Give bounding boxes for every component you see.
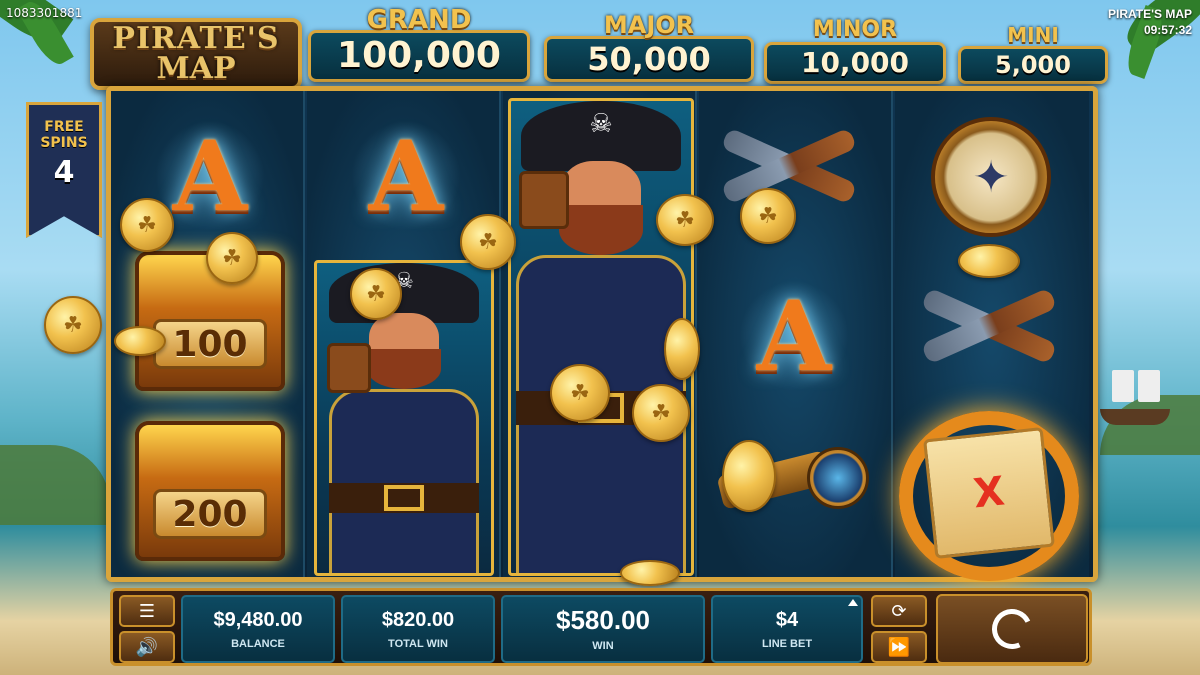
turbo-icon: ⏩ [887, 636, 911, 658]
chest-value: 100 [153, 319, 267, 369]
jackpot-label: MINOR [812, 17, 898, 42]
balance-label: BALANCE [231, 638, 285, 650]
treasure-chest: 200 [135, 421, 285, 561]
reel-4: A [699, 91, 893, 577]
jackpot-value: 10,000 [764, 42, 946, 84]
coin-icon [958, 244, 1020, 278]
jackpot-grand: GRAND 100,000 [308, 6, 530, 82]
balance-value: $9,480.00 [213, 609, 303, 631]
win-value: $580.00 [556, 605, 650, 635]
jackpot-value: 50,000 [544, 36, 754, 82]
jackpot-major: MAJOR 50,000 [544, 12, 754, 82]
reel-5: ✦ X [895, 91, 1089, 581]
menu-icon: ☰ [138, 600, 156, 622]
skull-icon: ☠ [589, 109, 613, 139]
coin-icon [114, 326, 166, 356]
line-bet-panel[interactable]: $4 LINE BET [711, 595, 863, 663]
control-bar: ☰ 🔊 $9,480.00 BALANCE $820.00 TOTAL WIN … [110, 588, 1092, 666]
jackpot-mini: MINI 5,000 [958, 24, 1108, 84]
win-label: WIN [592, 640, 614, 652]
menu-button[interactable]: ☰ [119, 595, 175, 627]
coin-icon: ☘ [120, 198, 174, 252]
spin-icon [986, 603, 1038, 655]
line-bet-value: $4 [775, 609, 799, 631]
coin-icon: ☘ [740, 188, 796, 244]
tankard-icon [519, 171, 569, 229]
coin-icon: ☘ [350, 268, 402, 320]
win-panel: $580.00 WIN [501, 595, 705, 663]
total-win-value: $820.00 [381, 609, 455, 631]
jackpot-value: 100,000 [308, 30, 530, 82]
coin-icon: ☘ [44, 296, 102, 354]
jackpot-value: 5,000 [958, 46, 1108, 84]
logo-line-1: PIRATE'S [112, 21, 280, 56]
session-id: 1083301881 [6, 6, 83, 20]
line-bet-label: LINE BET [761, 638, 813, 650]
autoplay-button[interactable]: ⟳ [871, 595, 927, 627]
free-spins-label: FREE SPINS [40, 119, 88, 151]
coin-icon [722, 440, 776, 512]
pistols-symbol [919, 281, 1069, 371]
total-win-panel: $820.00 TOTAL WIN [341, 595, 495, 663]
game-name: PIRATE'S MAP [1108, 7, 1192, 21]
ship-icon [1100, 370, 1170, 425]
tankard-icon [327, 343, 371, 393]
island-left [0, 445, 110, 525]
coin-icon: ☘ [550, 364, 610, 422]
game-logo: PIRATE'S MAP [90, 18, 302, 90]
coin-icon [620, 560, 680, 586]
jackpot-label: MINI [1007, 23, 1059, 47]
balance-panel: $9,480.00 BALANCE [181, 595, 335, 663]
coin-icon: ☘ [206, 232, 258, 284]
coin-icon: ☘ [656, 194, 714, 246]
game-info: PIRATE'S MAP 09:57:32 [1108, 6, 1192, 38]
coin-icon [664, 318, 700, 380]
symbol-a: A [739, 280, 849, 393]
sound-button[interactable]: 🔊 [119, 631, 175, 663]
pistols-symbol [719, 121, 869, 211]
clock: 09:57:32 [1143, 23, 1192, 37]
free-spins-count: 4 [53, 155, 75, 190]
jackpot-minor: MINOR 10,000 [764, 18, 946, 84]
symbol-a: A [351, 120, 461, 233]
jackpot-label: MAJOR [603, 11, 695, 39]
autoplay-icon: ⟳ [891, 600, 907, 622]
coin-icon: ☘ [632, 384, 690, 442]
map-mark: X [923, 427, 1055, 559]
spin-button[interactable] [936, 594, 1088, 664]
bet-up-icon[interactable] [848, 599, 858, 606]
logo-line-2: MAP [156, 51, 236, 86]
treasure-map-symbol: X [889, 411, 1089, 581]
chest-value: 200 [153, 489, 267, 539]
total-win-label: TOTAL WIN [388, 638, 448, 650]
free-spins-banner: FREE SPINS 4 [26, 102, 102, 238]
pirate-wild-symbol: ☠ [314, 260, 494, 576]
compass-symbol: ✦ [931, 117, 1051, 237]
coin-icon: ☘ [460, 214, 516, 270]
turbo-button[interactable]: ⏩ [871, 631, 927, 663]
sound-icon: 🔊 [135, 636, 159, 658]
